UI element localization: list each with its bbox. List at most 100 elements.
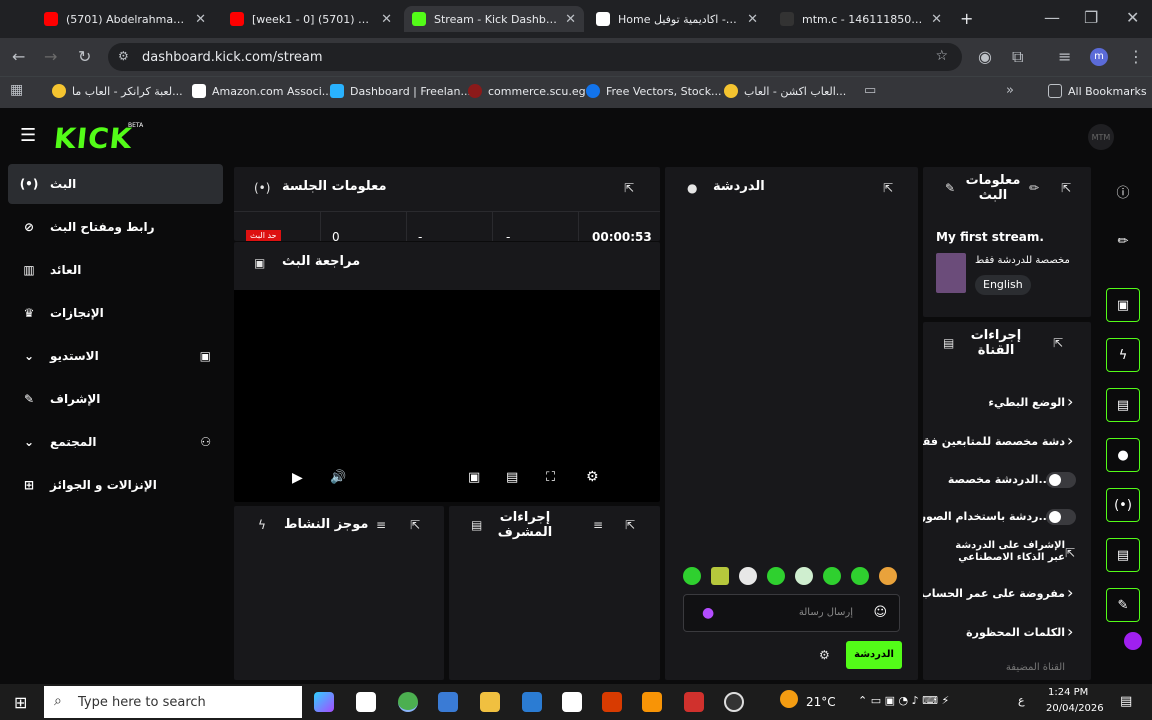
browser-tab[interactable]: Home اكاديمية توفيل - No ✕ xyxy=(588,6,766,32)
chat-input[interactable]: ● إرسال رسالة ☺ xyxy=(683,594,900,632)
notification-icon[interactable]: ▤ xyxy=(1120,694,1132,709)
wrench-icon[interactable]: ✎ xyxy=(1106,588,1140,622)
toggle-switch[interactable] xyxy=(1046,509,1076,525)
popout-icon[interactable]: ⇱ xyxy=(1053,336,1063,350)
weather-text[interactable]: 21°C xyxy=(806,695,836,709)
volume-icon[interactable]: 🔊 xyxy=(330,470,346,485)
video-player[interactable]: ▶ 🔊 ▣ ▤ ⛶ ⚙ xyxy=(234,290,660,502)
reload-icon[interactable]: ↻ xyxy=(78,47,91,66)
tray-icons[interactable]: ⌃ ▭ ▣ ◔ ♪ ⌨ ⚡ xyxy=(858,694,949,707)
sidebar-item-drops[interactable]: ⊞ الإنزالات و الجوائز xyxy=(8,465,223,505)
lightning-icon[interactable]: ϟ xyxy=(1106,338,1140,372)
emoji-icon[interactable]: ☺ xyxy=(873,605,887,620)
outlook-icon[interactable] xyxy=(522,692,542,712)
avatar[interactable]: MTM xyxy=(1088,124,1114,150)
close-icon[interactable]: ✕ xyxy=(747,12,758,27)
session-info-icon[interactable]: ▣ xyxy=(1106,288,1140,322)
star-icon[interactable]: ☆ xyxy=(935,48,948,64)
weather-icon[interactable] xyxy=(780,690,798,708)
windows-start-icon[interactable]: ⊞ xyxy=(14,693,27,712)
filter-icon[interactable]: ≡ xyxy=(376,518,386,532)
pip-icon[interactable]: ▣ xyxy=(468,470,480,485)
file-icon[interactable] xyxy=(562,692,582,712)
document-icon[interactable]: ▤ xyxy=(1106,388,1140,422)
bookmark-item[interactable]: commerce.scu.eg xyxy=(468,84,586,98)
taskbar-search[interactable]: ⌕ Type here to search xyxy=(44,686,302,718)
assistant-icon[interactable] xyxy=(1124,632,1142,650)
more-bookmarks-icon[interactable]: » xyxy=(1006,83,1014,98)
sidebar-item-studio[interactable]: ⌄ الاستديو ▣ xyxy=(8,336,223,376)
popout-icon[interactable]: ⇱ xyxy=(624,181,634,195)
folder-icon[interactable]: ▭ xyxy=(864,83,876,98)
site-info-icon[interactable]: ⚙ xyxy=(118,49,129,63)
popout-icon[interactable]: ⇱ xyxy=(1061,181,1071,195)
emote-icon[interactable] xyxy=(795,567,813,585)
sidebar-item-stream-key[interactable]: ⊘ رابط ومفتاح البث xyxy=(8,207,223,247)
bookmark-item[interactable]: العاب اكشن - العاب... xyxy=(724,84,846,98)
extension-icon[interactable]: ◉ xyxy=(978,47,992,66)
all-bookmarks[interactable]: All Bookmarks xyxy=(1048,84,1147,98)
chat-icon[interactable]: ● xyxy=(1106,438,1140,472)
clock-date[interactable]: 20/04/2026 xyxy=(1046,703,1104,714)
close-icon[interactable]: ✕ xyxy=(565,12,576,27)
settings-icon[interactable]: ⚙ xyxy=(586,469,599,485)
close-icon[interactable]: ✕ xyxy=(381,12,392,27)
hamburger-icon[interactable]: ☰ xyxy=(20,125,36,146)
emote-icon[interactable] xyxy=(767,567,785,585)
apps-icon[interactable]: ▦ xyxy=(10,82,23,98)
browser-tab-active[interactable]: Stream - Kick Dashboard ✕ xyxy=(404,6,584,32)
emote-icon[interactable] xyxy=(739,567,757,585)
browser-tab[interactable]: mtm.c - 146111850 [Cod ✕ xyxy=(772,6,950,32)
filter-icon[interactable]: ≡ xyxy=(593,518,603,532)
bookmark-item[interactable]: Free Vectors, Stock... xyxy=(586,84,722,98)
emote-icon[interactable] xyxy=(683,567,701,585)
store-icon[interactable] xyxy=(438,692,458,712)
fullscreen-icon[interactable]: ⛶ xyxy=(546,470,555,485)
microphone-icon[interactable]: ● xyxy=(702,605,714,621)
chat-settings-icon[interactable]: ⚙ xyxy=(819,648,830,662)
sidebar-item-achievements[interactable]: ♛ الإنجازات xyxy=(8,293,223,333)
media-icon[interactable]: ≡ xyxy=(1058,47,1071,66)
forward-icon[interactable]: → xyxy=(44,47,57,66)
bookmark-item[interactable]: Dashboard | Freelan... xyxy=(330,84,471,98)
window-close-icon[interactable]: ✕ xyxy=(1126,8,1139,27)
play-icon[interactable]: ▶ xyxy=(292,470,303,486)
app-icon[interactable] xyxy=(642,692,662,712)
powerpoint-icon[interactable] xyxy=(602,692,622,712)
minimize-icon[interactable]: — xyxy=(1044,8,1060,27)
edit-icon[interactable]: ✏ xyxy=(1029,181,1039,195)
profile-avatar[interactable]: m xyxy=(1090,48,1108,66)
menu-icon[interactable]: ⋮ xyxy=(1128,47,1144,66)
language-indicator[interactable]: ع xyxy=(1018,694,1025,707)
sidebar-item-revenue[interactable]: ▥ العائد xyxy=(8,250,223,290)
new-tab-icon[interactable]: + xyxy=(960,9,973,28)
clock-time[interactable]: 1:24 PM xyxy=(1048,687,1088,698)
edit-icon[interactable]: ✏ xyxy=(1106,224,1140,258)
browser-tab[interactable]: [week1 - 0] كورس (5701) ✕ xyxy=(222,6,400,32)
sidebar-item-moderation[interactable]: ✎ الإشراف xyxy=(8,379,223,419)
browser-tab[interactable]: (5701) Abdelrahman Gam ✕ xyxy=(36,6,214,32)
send-chat-button[interactable]: الدردشة xyxy=(846,641,902,669)
sidebar-item-stream[interactable]: (•) البث xyxy=(8,164,223,204)
close-icon[interactable]: ✕ xyxy=(931,12,942,27)
emote-icon[interactable] xyxy=(851,567,869,585)
obs-icon[interactable] xyxy=(724,692,744,712)
copilot-icon[interactable] xyxy=(314,692,334,712)
bookmark-item[interactable]: Amazon.com Associ... xyxy=(192,84,332,98)
bookmark-item[interactable]: لعبة كرانكر - العاب ما... xyxy=(52,84,183,98)
file-icon[interactable] xyxy=(356,692,376,712)
folder-icon[interactable] xyxy=(480,692,500,712)
channel-action-label[interactable]: القناة المضيفة xyxy=(1006,662,1065,673)
theater-icon[interactable]: ▤ xyxy=(506,470,518,485)
back-icon[interactable]: ← xyxy=(12,47,25,66)
puzzle-icon[interactable]: ⧉ xyxy=(1012,47,1023,67)
toggle-switch[interactable] xyxy=(1046,472,1076,488)
url-field[interactable]: ⚙ dashboard.kick.com/stream ☆ xyxy=(108,43,962,71)
broadcast-icon[interactable]: (•) xyxy=(1106,488,1140,522)
popout-icon[interactable]: ⇱ xyxy=(625,518,635,532)
wps-icon[interactable] xyxy=(684,692,704,712)
chrome-icon[interactable] xyxy=(398,692,418,712)
emote-icon[interactable] xyxy=(711,567,729,585)
close-icon[interactable]: ✕ xyxy=(195,12,206,27)
emote-icon[interactable] xyxy=(879,567,897,585)
